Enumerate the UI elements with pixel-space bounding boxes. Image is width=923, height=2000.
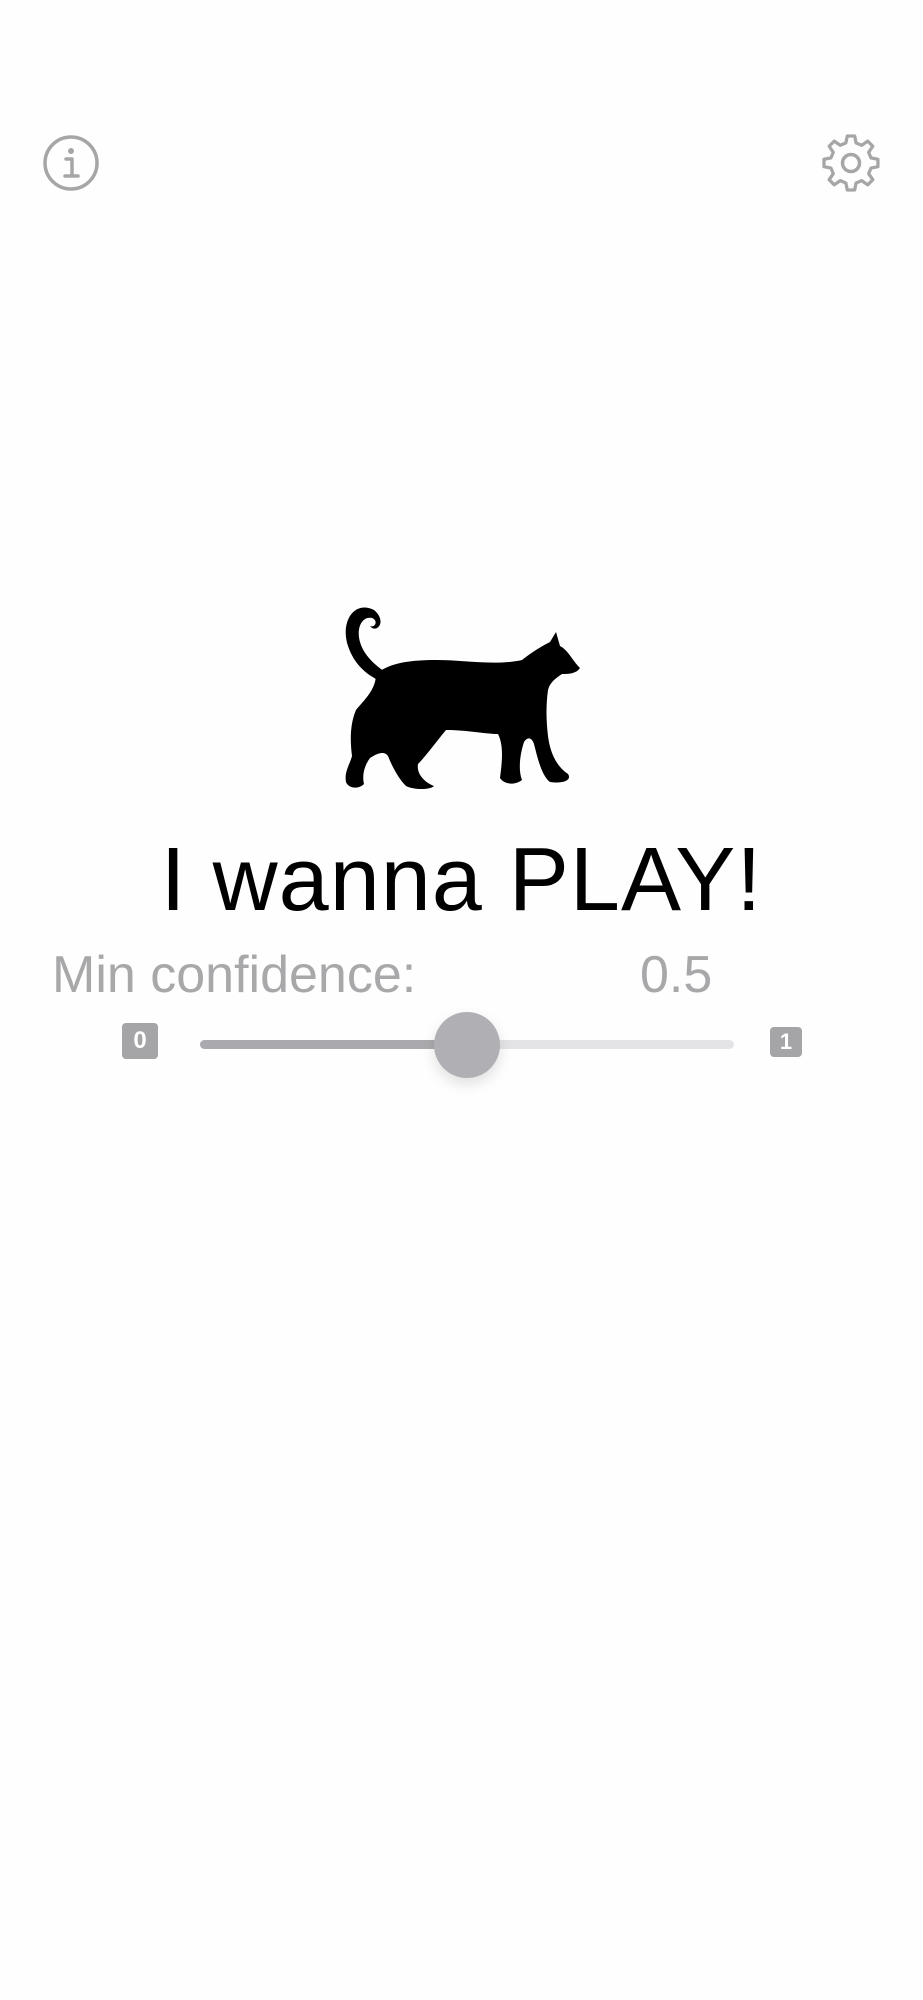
confidence-label: Min confidence: [52, 946, 417, 1004]
slider-track[interactable] [200, 1012, 734, 1078]
walking-cat-icon [336, 600, 588, 792]
slider-thumb[interactable] [434, 1012, 500, 1078]
settings-button[interactable] [822, 134, 880, 192]
confidence-slider: 0 1 [122, 1012, 802, 1078]
slider-max-label: 1 [770, 1027, 802, 1057]
play-title: I wanna PLAY! [160, 830, 763, 930]
slider-fill [200, 1040, 467, 1049]
confidence-value: 0.5 [640, 946, 713, 1004]
app-screen: I wanna PLAY! Min confidence: 0.5 0 1 [0, 0, 923, 2000]
slider-min-label: 0 [122, 1023, 158, 1059]
confidence-row: Min confidence: 0.5 [52, 945, 772, 1005]
gear-icon [822, 134, 880, 192]
info-circle-icon [43, 135, 99, 191]
info-button[interactable] [42, 134, 100, 192]
